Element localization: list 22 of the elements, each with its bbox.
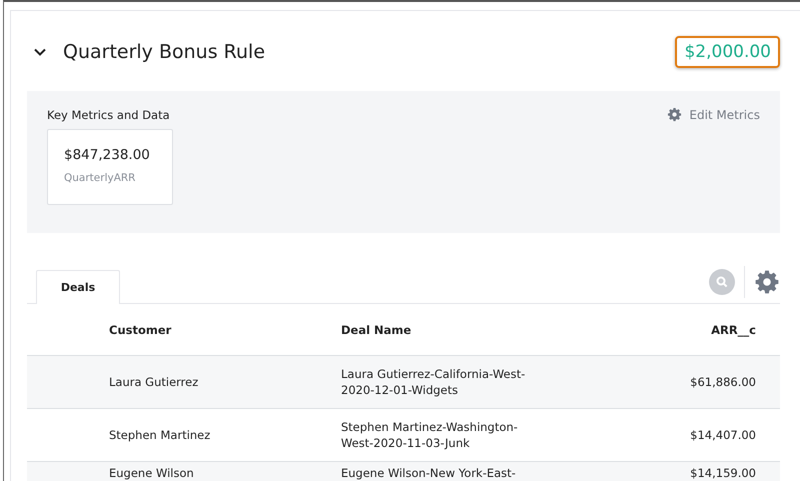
column-header: Customer <box>109 322 172 336</box>
deal-name-cell: Eugene Wilson-New York-East- <box>341 466 516 480</box>
column-header: ARR__c <box>711 322 756 336</box>
settings-icon[interactable] <box>754 269 780 295</box>
metric-label: QuarterlyARR <box>64 172 136 184</box>
metrics-title: Key Metrics and Data <box>47 108 170 122</box>
customer-cell: Stephen Martinez <box>109 428 210 442</box>
deal-name-cell: Laura Gutierrez-California-West- 2020-12-01-Widgets <box>341 367 526 397</box>
deal-name-cell: Stephen Martinez-Washington- West-2020-11-03-Junk <box>341 420 518 450</box>
metric-value: $847,238.00 <box>64 147 151 163</box>
column-header: Deal Name <box>341 322 412 336</box>
edit-metrics-button[interactable]: Edit Metrics <box>667 107 760 122</box>
search-icon <box>716 276 728 288</box>
customer-cell: Eugene Wilson <box>109 466 194 480</box>
arr-cell: $14,407.00 <box>690 428 756 442</box>
rule-title: Quarterly Bonus Rule <box>63 41 266 63</box>
gear-icon <box>667 107 682 122</box>
customer-cell: Laura Gutierrez <box>109 375 198 389</box>
arr-cell: $61,886.00 <box>690 375 756 389</box>
tab[interactable]: Deals <box>36 270 120 304</box>
arr-cell: $14,159.00 <box>690 466 756 480</box>
bonus-amount: $2,000.00 <box>675 36 780 68</box>
